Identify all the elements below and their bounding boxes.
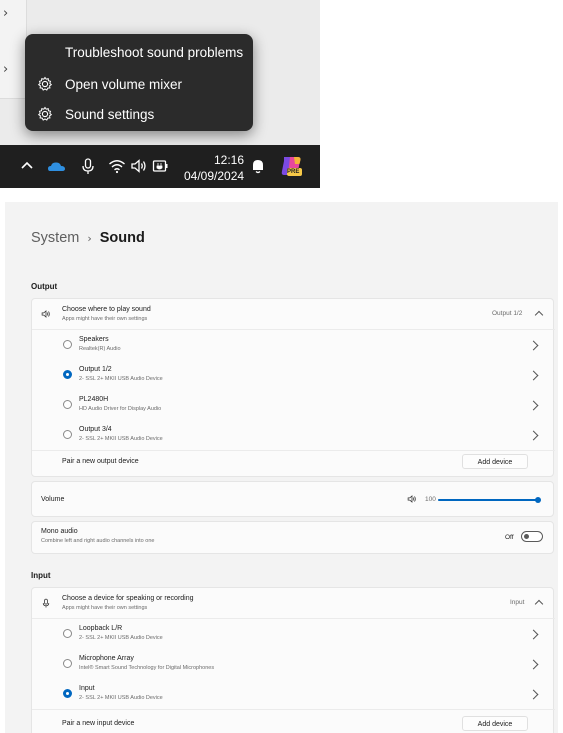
breadcrumb: System › Sound: [31, 230, 145, 246]
breadcrumb-separator: ›: [87, 231, 92, 245]
left-strip: › ›: [0, 0, 27, 99]
chevron-right-icon: [528, 370, 539, 381]
input-device-microphone-array[interactable]: Microphone Array Intel® Smart Sound Tech…: [32, 649, 553, 679]
device-desc: Realtek(R) Audio: [79, 346, 121, 352]
pair-output-label: Pair a new output device: [62, 458, 139, 465]
collapse-chevron-icon[interactable]: [534, 599, 544, 609]
input-section-title: Input: [31, 571, 51, 580]
output-section-title: Output: [31, 282, 58, 291]
clock-date[interactable]: 04/09/2024: [184, 169, 244, 183]
device-name: Speakers: [79, 336, 109, 343]
volume-card: Volume 100: [31, 481, 554, 517]
chevron-up-icon[interactable]: [18, 157, 36, 175]
menu-item-volume-mixer[interactable]: Open volume mixer: [25, 70, 253, 98]
input-choose-header[interactable]: Choose a device for speaking or recordin…: [32, 588, 553, 618]
microphone-icon: [42, 598, 50, 608]
chevron-right-icon: [528, 629, 539, 640]
menu-item-label: Sound settings: [65, 106, 155, 122]
settings-window: System › Sound Output Choose where to pl…: [5, 202, 558, 733]
radio-microphone-array[interactable]: [63, 659, 72, 668]
input-device-card: Choose a device for speaking or recordin…: [31, 587, 555, 733]
output-device-output-1-2[interactable]: Output 1/2 2- SSL 2+ MKII USB Audio Devi…: [32, 360, 553, 390]
copilot-pre-badge: PRE: [287, 169, 300, 175]
volume-label: Volume: [41, 496, 65, 503]
chevron-right-icon: [528, 400, 539, 411]
mono-audio-card: Mono audio Combine left and right audio …: [31, 521, 554, 554]
radio-input[interactable]: [63, 689, 72, 698]
wifi-icon[interactable]: [108, 157, 126, 175]
device-desc: 2- SSL 2+ MKII USB Audio Device: [79, 376, 163, 382]
mono-audio-toggle[interactable]: [521, 531, 543, 542]
speaker-icon: [41, 310, 50, 318]
pair-input-label: Pair a new input device: [62, 720, 135, 727]
device-name: Output 1/2: [79, 366, 112, 373]
output-device-card: Choose where to play sound Apps might ha…: [31, 298, 555, 477]
device-name: Input: [79, 685, 95, 692]
device-desc: 2- SSL 2+ MKII USB Audio Device: [79, 635, 163, 641]
mono-audio-state: Off: [505, 534, 514, 541]
input-device-input[interactable]: Input 2- SSL 2+ MKII USB Audio Device: [32, 679, 553, 709]
add-output-device-button[interactable]: Add device: [462, 454, 528, 469]
radio-speakers[interactable]: [63, 340, 72, 349]
device-name: Output 3/4: [79, 426, 112, 433]
expand-chevron-1[interactable]: ›: [3, 6, 8, 21]
add-input-device-button[interactable]: Add device: [462, 716, 528, 731]
output-choose-subtitle: Apps might have their own settings: [62, 316, 148, 322]
mono-audio-title: Mono audio: [41, 528, 78, 535]
input-selected-value: Input: [510, 599, 525, 606]
chevron-right-icon: [528, 659, 539, 670]
input-choose-subtitle: Apps might have their own settings: [62, 605, 148, 611]
page-title: Sound: [99, 230, 145, 246]
collapse-chevron-icon[interactable]: [534, 310, 544, 320]
onedrive-cloud-icon[interactable]: [47, 157, 67, 175]
device-desc: HD Audio Driver for Display Audio: [79, 406, 162, 412]
gear-icon: [37, 106, 53, 121]
device-desc: Intel® Smart Sound Technology for Digita…: [79, 665, 215, 671]
input-device-loopback[interactable]: Loopback L/R 2- SSL 2+ MKII USB Audio De…: [32, 619, 553, 649]
output-choose-header[interactable]: Choose where to play sound Apps might ha…: [32, 299, 553, 329]
battery-plug-icon[interactable]: [152, 157, 170, 175]
taskbar: 12:16 04/09/2024 PRE: [0, 145, 320, 188]
device-name: PL2480H: [79, 396, 109, 403]
device-desc: 2- SSL 2+ MKII USB Audio Device: [79, 695, 163, 701]
radio-pl2480h[interactable]: [63, 400, 72, 409]
sound-context-menu: Troubleshoot sound problems Open volume …: [25, 34, 253, 131]
taskbar-crop: › › Troubleshoot sound problems Open vol…: [0, 0, 320, 188]
volume-slider-fill: [438, 499, 538, 501]
output-device-pl2480h[interactable]: PL2480H HD Audio Driver for Display Audi…: [32, 390, 553, 420]
radio-loopback[interactable]: [63, 629, 72, 638]
radio-output-1-2[interactable]: [63, 370, 72, 379]
clock-time[interactable]: 12:16: [210, 153, 244, 167]
bell-icon[interactable]: [249, 157, 267, 175]
toggle-knob: [524, 534, 529, 539]
menu-item-troubleshoot[interactable]: Troubleshoot sound problems: [25, 38, 293, 66]
volume-slider-track[interactable]: [438, 497, 541, 503]
menu-item-label: Open volume mixer: [65, 76, 183, 92]
breadcrumb-system[interactable]: System: [31, 230, 79, 246]
speaker-icon[interactable]: [407, 494, 417, 504]
menu-item-label: Troubleshoot sound problems: [65, 44, 244, 60]
output-device-speakers[interactable]: Speakers Realtek(R) Audio: [32, 330, 553, 360]
chevron-right-icon: [528, 430, 539, 441]
output-device-output-3-4[interactable]: Output 3/4 2- SSL 2+ MKII USB Audio Devi…: [32, 420, 553, 450]
output-choose-title: Choose where to play sound: [62, 306, 151, 313]
volume-slider-thumb[interactable]: [535, 497, 541, 503]
radio-output-3-4[interactable]: [63, 430, 72, 439]
device-name: Microphone Array: [79, 655, 134, 662]
input-choose-title: Choose a device for speaking or recordin…: [62, 595, 194, 602]
chevron-right-icon: [528, 689, 539, 700]
volume-value: 100: [425, 496, 436, 503]
gear-icon: [37, 76, 53, 91]
output-selected-value: Output 1/2: [492, 310, 523, 317]
device-desc: 2- SSL 2+ MKII USB Audio Device: [79, 436, 163, 442]
mono-audio-subtitle: Combine left and right audio channels in…: [41, 538, 155, 544]
microphone-icon[interactable]: [79, 157, 97, 175]
divider: [32, 450, 555, 451]
divider: [32, 709, 555, 710]
device-name: Loopback L/R: [79, 625, 123, 632]
speaker-icon[interactable]: [130, 157, 148, 175]
expand-chevron-2[interactable]: ›: [3, 62, 8, 77]
chevron-right-icon: [528, 340, 539, 351]
menu-item-sound-settings[interactable]: Sound settings: [25, 100, 253, 128]
